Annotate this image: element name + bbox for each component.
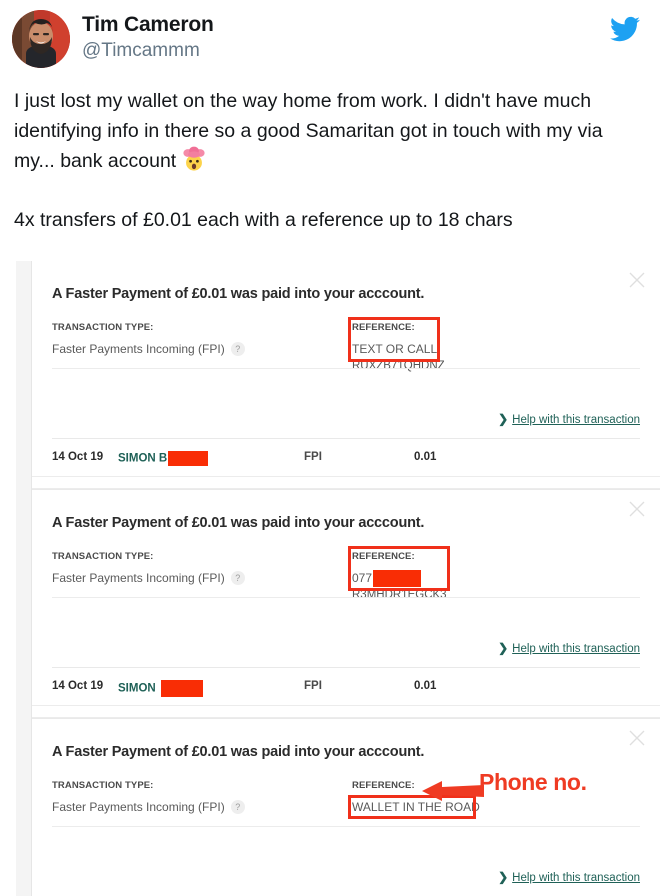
ledger-amount: 0.01 <box>414 451 437 463</box>
help-with-transaction-link[interactable]: ❯ Help with this transaction <box>498 641 640 655</box>
ledger-date: 14 Oct 19 <box>52 680 104 692</box>
help-link-label: Help with this transaction <box>512 414 640 426</box>
ledger-payee: SIMON <box>118 680 203 697</box>
reference-field: REFERENCE: 077 R3MHDR1EGCK3 <box>352 550 447 602</box>
twitter-bird-icon <box>608 14 642 44</box>
tweet-body: I just lost my wallet on the way home fr… <box>0 80 660 235</box>
card-title: A Faster Payment of £0.01 was paid into … <box>52 286 425 302</box>
transaction-type-text: Faster Payments Incoming (FPI) <box>52 342 225 356</box>
help-row: ❯ Help with this transaction <box>52 634 640 668</box>
author-name[interactable]: Tim Cameron <box>82 12 214 38</box>
author-handle[interactable]: @Timcammm <box>82 39 214 63</box>
redaction-block <box>168 451 209 466</box>
help-link-label: Help with this transaction <box>512 643 640 655</box>
chevron-right-icon: ❯ <box>498 870 509 884</box>
transaction-type-field: TRANSACTION TYPE: Faster Payments Incomi… <box>52 779 245 816</box>
transaction-type-label: TRANSACTION TYPE: <box>52 780 154 791</box>
transaction-type-field: TRANSACTION TYPE: Faster Payments Incomi… <box>52 321 245 358</box>
help-row: ❯ Help with this transaction <box>52 405 640 439</box>
reference-label: REFERENCE: <box>352 551 415 562</box>
tweet-paragraph-gap <box>14 176 646 205</box>
help-with-transaction-link[interactable]: ❯ Help with this transaction <box>498 870 640 884</box>
ledger-row[interactable]: 14 Oct 19 SIMON FPI 0.01 <box>32 668 660 706</box>
redaction-block <box>160 680 203 697</box>
ledger-payee-text: SIMON <box>118 682 156 695</box>
transaction-type-text: Faster Payments Incoming (FPI) <box>52 571 225 585</box>
phone-no-annotation-label: Phone no. <box>479 769 587 795</box>
transaction-type-field: TRANSACTION TYPE: Faster Payments Incomi… <box>52 550 245 587</box>
detail-row: TRANSACTION TYPE: Faster Payments Incomi… <box>52 546 640 601</box>
ledger-date: 14 Oct 19 <box>52 451 104 463</box>
transaction-type-value: Faster Payments Incoming (FPI)? <box>52 341 245 358</box>
avatar[interactable] <box>12 10 70 68</box>
author-block: Tim Cameron @Timcammm <box>82 12 214 63</box>
help-with-transaction-link[interactable]: ❯ Help with this transaction <box>498 412 640 426</box>
reference-field: REFERENCE: TEXT OR CALL! RUXZB71QHDNZ <box>352 321 445 373</box>
embedded-bank-screenshot: A Faster Payment of £0.01 was paid into … <box>16 261 660 896</box>
transaction-detail-panel: A Faster Payment of £0.01 was paid into … <box>32 261 660 405</box>
close-x-icon[interactable] <box>628 500 646 518</box>
question-mark-badge[interactable]: ? <box>230 342 245 356</box>
reference-value-line-2: RUXZB71QHDNZ <box>352 360 445 372</box>
transaction-type-value: Faster Payments Incoming (FPI)? <box>52 570 245 587</box>
card-title: A Faster Payment of £0.01 was paid into … <box>52 515 425 531</box>
transaction-type-label: TRANSACTION TYPE: <box>52 322 154 333</box>
ledger-payee: SIMON B <box>118 451 209 466</box>
card-gap-strip <box>32 477 660 489</box>
detail-row: TRANSACTION TYPE: Faster Payments Incomi… <box>52 317 640 372</box>
ledger-type: FPI <box>304 451 322 463</box>
help-link-label: Help with this transaction <box>512 872 640 884</box>
transaction-type-label: TRANSACTION TYPE: <box>52 551 154 562</box>
ledger-row[interactable]: 14 Oct 19 SIMON B FPI 0.01 <box>32 439 660 477</box>
transaction-card: A Faster Payment of £0.01 was paid into … <box>32 719 660 896</box>
screenshot-content: A Faster Payment of £0.01 was paid into … <box>32 261 660 896</box>
reference-label: REFERENCE: <box>352 322 415 333</box>
reference-phone-prefix: 077 <box>352 571 373 585</box>
tweet-header: Tim Cameron @Timcammm <box>0 0 660 80</box>
question-mark-badge[interactable]: ? <box>230 800 245 814</box>
question-mark-badge[interactable]: ? <box>230 571 245 585</box>
close-x-icon[interactable] <box>628 271 646 289</box>
transaction-card: A Faster Payment of £0.01 was paid into … <box>32 490 660 719</box>
tweet-screenshot-page: Tim Cameron @Timcammm I just lost my wal… <box>0 0 660 896</box>
close-x-icon[interactable] <box>628 729 646 747</box>
transaction-type-value: Faster Payments Incoming (FPI)? <box>52 799 245 816</box>
tweet-text-1: I just lost my wallet on the way home fr… <box>14 90 603 172</box>
ledger-type: FPI <box>304 680 322 692</box>
ledger-amount: 0.01 <box>414 680 437 692</box>
exploding-head-emoji <box>182 146 206 172</box>
reference-value-line-2: R3MHDR1EGCK3 <box>352 589 447 602</box>
chevron-right-icon: ❯ <box>498 412 509 426</box>
tweet-paragraph-1: I just lost my wallet on the way home fr… <box>14 86 646 176</box>
ledger-payee-text: SIMON B <box>118 452 168 465</box>
transaction-detail-panel: A Faster Payment of £0.01 was paid into … <box>32 490 660 634</box>
transaction-card: A Faster Payment of £0.01 was paid into … <box>32 261 660 490</box>
card-gap-strip <box>32 706 660 718</box>
tweet-paragraph-2: 4x transfers of £0.01 each with a refere… <box>14 209 513 231</box>
card-title: A Faster Payment of £0.01 was paid into … <box>52 744 425 760</box>
card-divider <box>52 368 640 369</box>
redaction-block <box>373 570 422 588</box>
reference-value-line-1: TEXT OR CALL! <box>352 342 441 356</box>
screenshot-left-gutter <box>16 261 32 896</box>
chevron-right-icon: ❯ <box>498 641 509 655</box>
left-arrow-annotation <box>422 778 484 804</box>
transaction-type-text: Faster Payments Incoming (FPI) <box>52 800 225 814</box>
reference-value-line-1: 077 <box>352 570 447 588</box>
help-row: ❯ Help with this transaction <box>52 863 640 896</box>
card-divider <box>52 597 640 598</box>
card-divider <box>52 826 640 827</box>
